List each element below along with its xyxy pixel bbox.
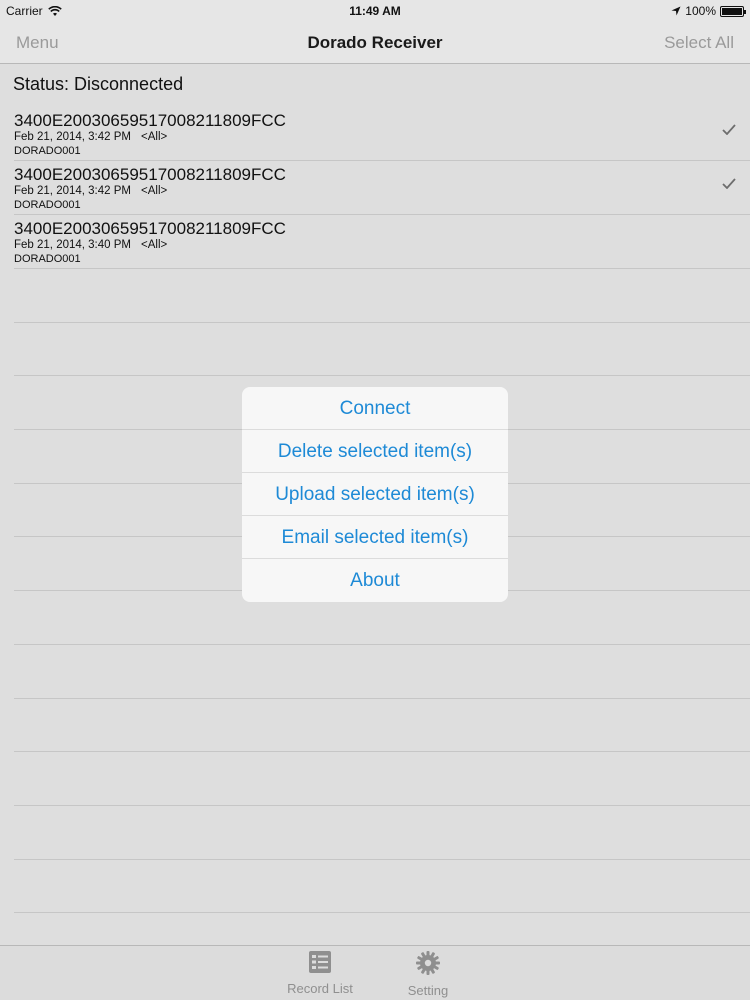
empty-row: [14, 699, 750, 753]
connect-button[interactable]: Connect: [242, 387, 508, 430]
screen: Carrier 11:49 AM 100% Menu Dorado Receiv…: [0, 0, 750, 1000]
record-tag: <All>: [141, 131, 168, 143]
email-selected-button[interactable]: Email selected item(s): [242, 516, 508, 559]
record-name: DORADO001: [14, 199, 81, 211]
about-button[interactable]: About: [242, 559, 508, 602]
empty-row: [14, 752, 750, 806]
checkmark-icon: [722, 178, 736, 189]
record-date: Feb 21, 2014, 3:42 PM <All>: [14, 185, 168, 197]
empty-row: [14, 645, 750, 699]
battery-percent: 100%: [685, 4, 716, 18]
empty-row: [14, 860, 750, 914]
tab-label: Setting: [407, 983, 449, 998]
navigation-bar: Menu Dorado Receiver Select All: [0, 22, 750, 64]
record-id: 3400E20030659517008211809FCC: [14, 219, 286, 238]
delete-selected-button[interactable]: Delete selected item(s): [242, 430, 508, 473]
action-menu: Connect Delete selected item(s) Upload s…: [242, 387, 508, 602]
select-all-button[interactable]: Select All: [664, 33, 734, 53]
record-tag: <All>: [141, 239, 168, 251]
tab-bar: Record List Setting: [0, 945, 750, 1000]
record-name: DORADO001: [14, 253, 81, 265]
record-date: Feb 21, 2014, 3:42 PM <All>: [14, 131, 168, 143]
record-tag: <All>: [141, 185, 168, 197]
clock: 11:49 AM: [349, 4, 401, 18]
location-arrow-icon: [671, 6, 681, 16]
list-item[interactable]: 3400E20030659517008211809FCC Feb 21, 201…: [14, 161, 750, 215]
record-id: 3400E20030659517008211809FCC: [14, 111, 286, 130]
upload-selected-button[interactable]: Upload selected item(s): [242, 473, 508, 516]
empty-row: [14, 323, 750, 377]
tab-label: Record List: [287, 981, 353, 996]
tab-record-list[interactable]: Record List: [275, 950, 365, 996]
empty-row: [14, 806, 750, 860]
tab-setting[interactable]: Setting: [383, 950, 473, 998]
record-name: DORADO001: [14, 145, 81, 157]
battery-icon: [720, 5, 746, 17]
status-right-group: 100%: [671, 4, 746, 18]
record-id: 3400E20030659517008211809FCC: [14, 165, 286, 184]
record-list-icon: [309, 951, 331, 973]
status-bar: Carrier 11:49 AM 100%: [0, 0, 750, 22]
connection-status: Status: Disconnected: [13, 74, 184, 94]
gear-icon: [416, 951, 440, 975]
list-item[interactable]: 3400E20030659517008211809FCC Feb 21, 201…: [14, 215, 750, 269]
page-title: Dorado Receiver: [307, 33, 443, 52]
empty-row: [14, 269, 750, 323]
list-item[interactable]: 3400E20030659517008211809FCC Feb 21, 201…: [14, 107, 750, 161]
record-date: Feb 21, 2014, 3:40 PM <All>: [14, 239, 168, 251]
checkmark-icon: [722, 124, 736, 135]
